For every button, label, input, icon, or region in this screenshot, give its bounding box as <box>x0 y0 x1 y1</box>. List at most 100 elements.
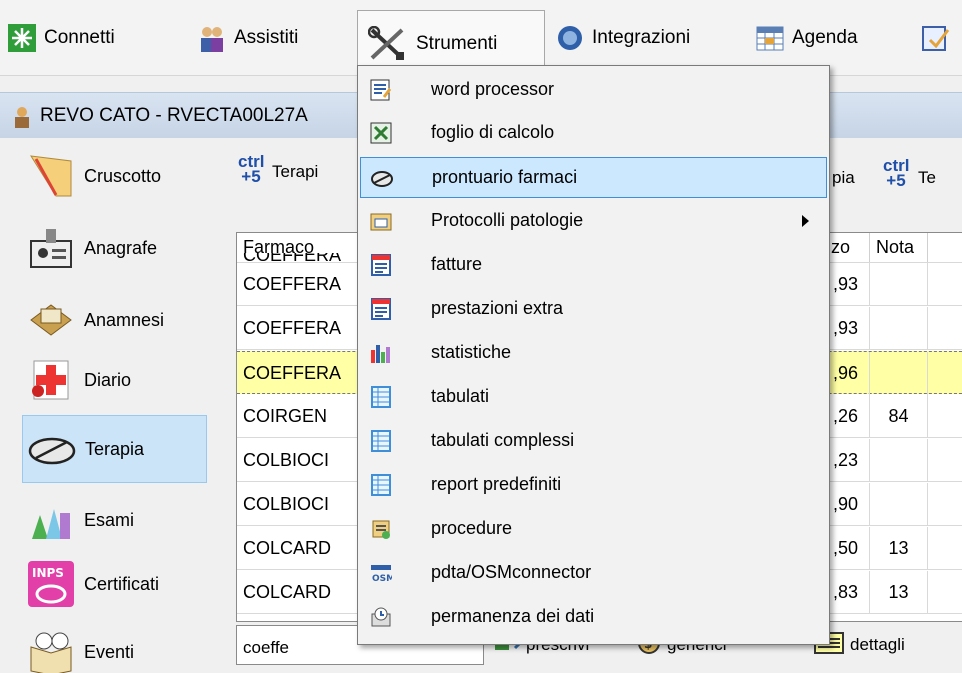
patients-icon <box>198 24 226 52</box>
toolbar-assistiti-button[interactable]: Assistiti <box>198 10 298 66</box>
cell-nota: 84 <box>870 395 928 438</box>
tab-partial[interactable]: pia <box>832 168 855 188</box>
toolbar-agenda-button[interactable]: Agenda <box>756 10 858 66</box>
sidebar-item-anagrafe[interactable]: Anagrafe <box>22 214 207 282</box>
cell-farmaco: COLBIOCI <box>243 483 373 526</box>
menu-item-label: prontuario farmaci <box>432 167 578 187</box>
menu-item-protocolli-patologie[interactable]: Protocolli patologie <box>360 201 827 242</box>
tools-dropdown-menu: word processor foglio di calcolo prontua… <box>357 65 830 645</box>
tab-partial-2[interactable]: Te <box>918 168 936 188</box>
menu-item-tabulati[interactable]: tabulati <box>360 377 827 418</box>
exams-icon <box>26 495 76 545</box>
cell-prezzo: ,93 <box>833 307 870 350</box>
cell-prezzo: ,23 <box>833 439 870 482</box>
cell-farmaco: COEFFERA <box>243 263 373 306</box>
menu-item-label: procedure <box>431 518 513 538</box>
shortcut-ctrl5-left: ctrl +5 <box>238 152 265 186</box>
menu-item-label: tabulati complessi <box>431 430 575 450</box>
cell-nota <box>870 483 928 526</box>
sidebar-item-label: Certificati <box>84 573 160 594</box>
osm-icon: OSM <box>370 562 395 584</box>
toolbar-agenda-label: Agenda <box>792 27 858 48</box>
cell-prezzo: ,93 <box>833 263 870 306</box>
dettagli-label: dettagli <box>850 635 905 654</box>
toolbar-overflow-button[interactable] <box>922 10 958 66</box>
cell-nota <box>870 263 928 306</box>
cell-farmaco: COEFFERA <box>243 253 373 262</box>
menu-item-tabulati-complessi[interactable]: tabulati complessi <box>360 421 827 462</box>
connect-icon <box>8 24 36 52</box>
menu-item-procedure[interactable]: procedure <box>360 509 827 550</box>
cell-farmaco: COIRGEN <box>243 395 373 438</box>
menu-item-label: report predefiniti <box>431 474 562 494</box>
sidebar-item-label: Terapia <box>85 438 145 459</box>
cell-farmaco: COLCARD <box>243 527 373 570</box>
menu-item-fatture[interactable]: fatture <box>360 245 827 286</box>
svg-text:INPS: INPS <box>32 566 64 580</box>
cell-nota <box>870 439 928 482</box>
cell-prezzo: ,50 <box>833 527 870 570</box>
sidebar-item-label: Diario <box>84 369 132 390</box>
report-sheet-icon <box>370 386 392 408</box>
menu-item-pdta-osmconnector[interactable]: OSM pdta/OSMconnector <box>360 553 827 594</box>
shortcut-ctrl5-right: ctrl +5 <box>883 156 910 190</box>
toolbar-connetti-button[interactable]: Connetti <box>8 10 115 66</box>
menu-item-prestazioni-extra[interactable]: prestazioni extra <box>360 289 827 330</box>
cell-farmaco: COEFFERA <box>243 307 373 350</box>
cell-prezzo: ,26 <box>833 395 870 438</box>
word-processor-icon <box>370 79 392 101</box>
sidebar-item-eventi[interactable]: Eventi <box>22 618 207 673</box>
cell-prezzo: ,96 <box>833 352 870 395</box>
menu-item-prontuario-farmaci[interactable]: prontuario farmaci <box>360 157 827 198</box>
menu-item-report-predefiniti[interactable]: report predefiniti <box>360 465 827 506</box>
cell-farmaco: COEFFERA <box>243 352 373 395</box>
app-window: Connetti Assistiti Strumenti Integrazion… <box>0 0 962 673</box>
tab-terapia[interactable]: Terapi <box>272 162 318 182</box>
patient-name: REVO CATO - RVECTA00L27A <box>40 105 308 126</box>
cell-prezzo: ,90 <box>833 483 870 526</box>
cell-farmaco: COLBIOCI <box>243 439 373 482</box>
svg-text:OSM: OSM <box>372 574 392 584</box>
cell-farmaco: COLCARD <box>243 571 373 614</box>
statistics-icon <box>370 342 392 364</box>
toolbar-integrazioni-button[interactable]: Integrazioni <box>556 10 690 66</box>
toolbar-connetti-label: Connetti <box>44 27 115 48</box>
procedures-icon <box>370 518 392 540</box>
menu-item-label: permanenza dei dati <box>431 606 595 626</box>
menu-item-label: statistiche <box>431 342 512 362</box>
submenu-arrow-icon <box>802 215 809 227</box>
sidebar-item-terapia[interactable]: Terapia <box>22 415 207 483</box>
sidebar-item-label: Esami <box>84 509 135 530</box>
sidebar-item-esami[interactable]: Esami <box>22 486 207 554</box>
cell-nota <box>870 352 928 395</box>
history-icon <box>26 295 76 345</box>
calendar-icon <box>756 24 784 52</box>
invoice-icon <box>370 254 392 276</box>
tools-icon <box>367 25 408 62</box>
dashboard-icon <box>26 151 76 201</box>
sidebar-item-certificati[interactable]: INPS Certificati <box>22 550 207 618</box>
cell-nota <box>870 307 928 350</box>
menu-item-word-processor[interactable]: word processor <box>360 70 827 111</box>
menu-item-permanenza-dati[interactable]: permanenza dei dati <box>360 597 827 638</box>
menu-item-label: tabulati <box>431 386 490 406</box>
events-icon <box>26 627 76 673</box>
menu-item-statistiche[interactable]: statistiche <box>360 333 827 374</box>
diary-icon <box>26 355 76 405</box>
spreadsheet-icon <box>370 122 392 144</box>
cell-nota: 13 <box>870 527 928 570</box>
toolbar-assistiti-label: Assistiti <box>234 27 299 48</box>
extra-services-icon <box>370 298 392 320</box>
sidebar-item-anamnesi[interactable]: Anamnesi <box>22 286 207 354</box>
sidebar-item-diario[interactable]: Diario <box>22 346 207 414</box>
sidebar-item-label: Anamnesi <box>84 309 165 330</box>
sidebar-item-cruscotto[interactable]: Cruscotto <box>22 142 207 210</box>
menu-item-label: fatture <box>431 254 483 274</box>
predefined-report-icon <box>370 474 392 496</box>
sidebar: Cruscotto Anagrafe Anamnesi Diario Terap… <box>0 140 216 673</box>
menu-item-label: word processor <box>431 79 555 99</box>
data-retention-icon <box>370 606 392 628</box>
sidebar-item-label: Eventi <box>84 641 135 662</box>
patient-icon <box>12 106 32 133</box>
menu-item-spreadsheet[interactable]: foglio di calcolo <box>360 113 827 154</box>
